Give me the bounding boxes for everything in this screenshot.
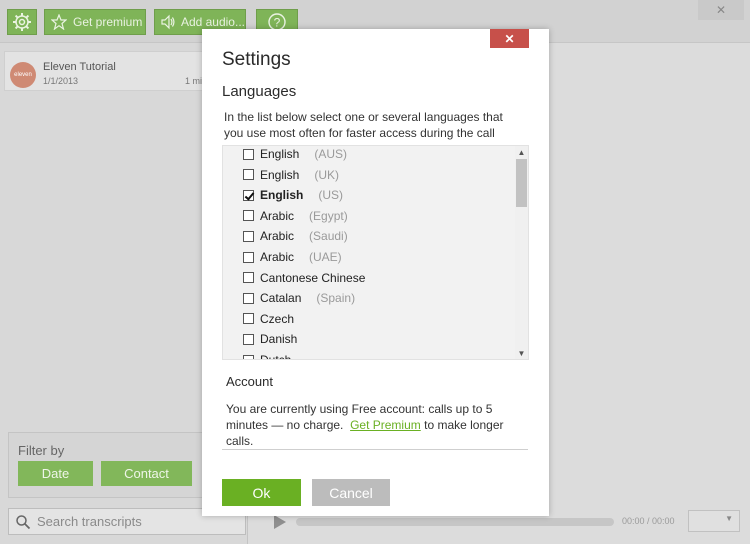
language-checkbox[interactable] xyxy=(243,148,254,160)
close-button[interactable]: ✕ xyxy=(490,29,529,48)
filter-date-button[interactable]: Date xyxy=(18,461,93,486)
language-region: (Egypt) xyxy=(309,208,348,223)
language-checkbox[interactable] xyxy=(243,292,254,304)
language-name: Dutch xyxy=(260,353,292,360)
filter-label: Filter by xyxy=(18,443,65,458)
filter-contact-button[interactable]: Contact xyxy=(101,461,192,486)
ok-button[interactable]: Ok xyxy=(222,479,301,506)
language-region: (US) xyxy=(318,188,344,203)
language-item[interactable]: Arabic (Saudi) xyxy=(243,226,348,246)
get-premium-label: Get premium xyxy=(73,15,143,29)
add-audio-label: Add audio... xyxy=(180,15,245,29)
language-name: Czech xyxy=(260,311,295,326)
language-name: Arabic xyxy=(260,229,295,244)
language-name: English xyxy=(260,147,300,161)
help-glyph: ? xyxy=(274,16,281,30)
account-heading: Account xyxy=(226,374,273,389)
gear-icon xyxy=(13,13,31,31)
scroll-up-button[interactable]: ▲ xyxy=(515,146,528,158)
language-item[interactable]: English (US) xyxy=(243,185,343,205)
chevron-down-icon: ▼ xyxy=(725,514,733,523)
recording-title: Eleven Tutorial xyxy=(43,61,116,73)
language-name: Catalan xyxy=(260,291,302,306)
settings-button[interactable] xyxy=(7,9,37,35)
language-item[interactable]: Dutch xyxy=(243,350,292,360)
language-checkbox[interactable] xyxy=(243,313,254,325)
language-name: Arabic xyxy=(260,250,295,264)
language-checkbox[interactable] xyxy=(243,230,254,242)
language-item[interactable]: English (UK) xyxy=(243,165,339,185)
language-region: (AUS) xyxy=(314,147,348,161)
language-region: (UAE) xyxy=(309,250,342,264)
language-item[interactable]: Danish xyxy=(243,329,297,349)
account-description: You are currently using Free account: ca… xyxy=(226,401,526,449)
speed-dropdown[interactable]: ▼ xyxy=(688,510,740,532)
language-name: English xyxy=(260,167,300,182)
language-item[interactable]: Arabic (UAE) xyxy=(243,247,342,267)
language-item[interactable]: Arabic (Egypt) xyxy=(243,206,348,226)
play-icon[interactable] xyxy=(274,515,286,529)
get-premium-button[interactable]: Get premium xyxy=(44,9,146,35)
language-item[interactable]: English (AUS) xyxy=(243,146,348,164)
language-checkbox[interactable] xyxy=(243,210,254,222)
scroll-down-button[interactable]: ▼ xyxy=(515,347,528,359)
eleven-logo: eleven xyxy=(10,62,36,88)
divider xyxy=(222,449,528,450)
search-placeholder: Search transcripts xyxy=(37,514,142,529)
language-checkbox[interactable] xyxy=(243,169,254,181)
language-checkbox[interactable] xyxy=(243,272,254,284)
dialog-title: Settings xyxy=(222,49,291,70)
scroll-thumb[interactable] xyxy=(516,159,527,207)
language-region: (UK) xyxy=(314,167,340,182)
language-checkbox[interactable] xyxy=(243,189,254,201)
cancel-button[interactable]: Cancel xyxy=(312,479,390,506)
star-icon xyxy=(51,14,67,30)
language-region: (Saudi) xyxy=(309,229,348,244)
language-checkbox[interactable] xyxy=(243,354,254,359)
speaker-icon xyxy=(161,14,175,30)
language-item[interactable]: Cantonese Chinese xyxy=(243,268,365,288)
languages-heading: Languages xyxy=(222,83,297,100)
window-close-button[interactable]: ✕ xyxy=(698,0,744,20)
language-item[interactable]: Catalan (Spain) xyxy=(243,288,355,308)
language-name: English xyxy=(260,188,304,203)
language-list[interactable]: ▲ ▼ English (AUS) English (UK) English (US) Ar… xyxy=(222,145,529,360)
language-name: Arabic xyxy=(260,208,295,223)
language-name: Cantonese Chinese xyxy=(260,270,366,285)
language-name: Danish xyxy=(260,332,298,347)
language-checkbox[interactable] xyxy=(243,251,254,263)
scrollbar[interactable]: ▲ ▼ xyxy=(515,146,528,359)
get-premium-link[interactable]: Get Premium xyxy=(350,418,421,432)
language-checkbox[interactable] xyxy=(243,333,254,345)
player-time: 00:00 / 00:00 xyxy=(622,516,675,526)
settings-dialog: ✕ Settings Languages In the list below s… xyxy=(202,29,549,516)
recording-duration: 1 mi xyxy=(185,76,203,86)
seek-bar[interactable] xyxy=(296,518,614,526)
language-region: (Spain) xyxy=(316,291,356,306)
search-icon xyxy=(16,514,31,529)
languages-description: In the list below select one or several … xyxy=(224,110,503,140)
recording-date: 1/1/2013 xyxy=(43,76,79,86)
language-item[interactable]: Czech xyxy=(243,309,294,329)
